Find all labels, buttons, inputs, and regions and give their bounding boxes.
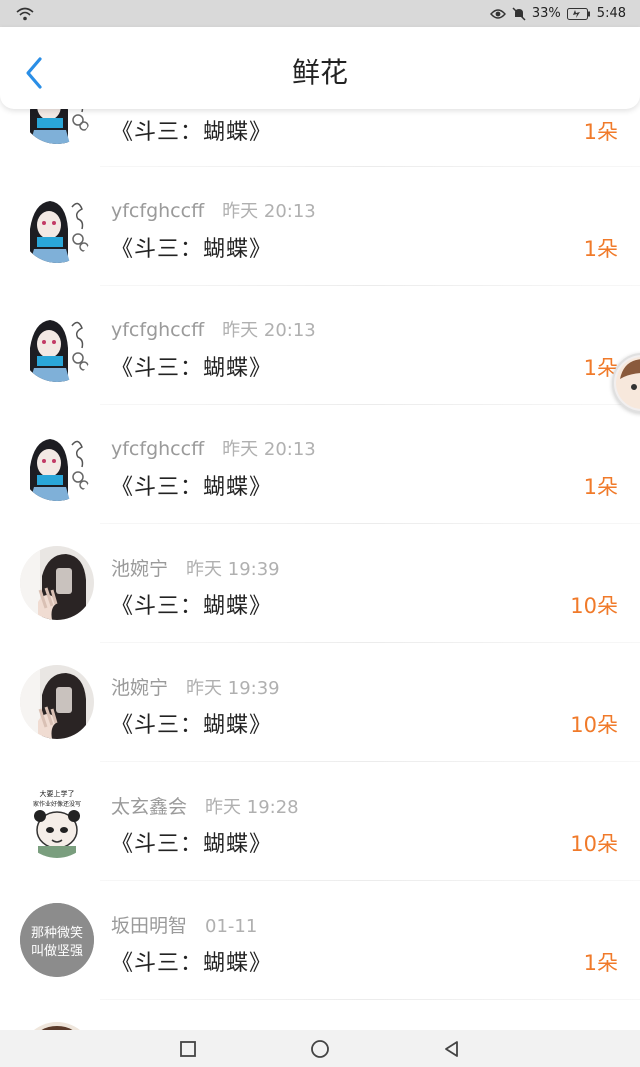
mute-bell-icon (512, 6, 526, 21)
square-icon (180, 1040, 196, 1057)
flower-amount: 1朵 (583, 120, 618, 144)
work-title: 《斗三：蝴蝶》 (111, 356, 273, 381)
user-name[interactable]: yfcfghccff (111, 200, 204, 222)
timestamp: 昨天 19:39 (186, 678, 280, 699)
circle-icon (311, 1039, 329, 1058)
timestamp: 01-11 (205, 916, 258, 937)
list-item[interactable]: 池婉宁 昨天 19:39 《斗三：蝴蝶》 10朵 (0, 524, 640, 643)
battery-percent: 33% (531, 6, 561, 21)
list-item[interactable]: 大要上学了 家作业好像还没写 太玄鑫会 昨天 19:28 《斗三：蝴蝶》 10朵 (0, 762, 640, 881)
status-bar: 33% 5:48 (0, 0, 640, 27)
avatar-caption: 大要上学了 (40, 789, 75, 798)
avatar[interactable] (20, 427, 94, 501)
flower-list: 《斗三：蝴蝶》 1朵 yfcfghccff 昨天 20:13 《斗三：蝴蝶》 1朵 (0, 0, 640, 1030)
timestamp: 昨天 19:39 (186, 559, 280, 580)
work-title: 《斗三：蝴蝶》 (111, 120, 273, 145)
work-title: 《斗三：蝴蝶》 (111, 475, 273, 500)
wifi-icon (16, 7, 34, 21)
navigation-bar (0, 1030, 640, 1067)
avatar-caption: 那种微笑 (31, 925, 83, 941)
work-title: 《斗三：蝴蝶》 (111, 594, 273, 619)
list-item[interactable] (0, 1000, 640, 1030)
user-name[interactable]: yfcfghccff (111, 319, 204, 341)
timestamp: 昨天 19:28 (205, 797, 299, 818)
avatar[interactable]: 大要上学了 家作业好像还没写 (20, 784, 94, 858)
user-name[interactable]: 太玄鑫会 (111, 796, 187, 818)
clock: 5:48 (596, 6, 626, 21)
list-item[interactable]: yfcfghccff 昨天 20:13 《斗三：蝴蝶》 1朵 (0, 167, 640, 286)
recent-apps-button[interactable] (177, 1038, 199, 1060)
avatar[interactable] (20, 546, 94, 620)
flower-amount: 10朵 (570, 594, 618, 618)
avatar[interactable] (20, 665, 94, 739)
home-button[interactable] (309, 1038, 331, 1060)
flower-amount: 1朵 (583, 951, 618, 975)
list-item[interactable]: yfcfghccff 昨天 20:13 《斗三：蝴蝶》 1朵 (0, 405, 640, 524)
avatar-caption: 叫做坚强 (31, 944, 83, 959)
list-item[interactable]: 池婉宁 昨天 19:39 《斗三：蝴蝶》 10朵 (0, 643, 640, 762)
user-name[interactable]: 坂田明智 (111, 915, 187, 937)
work-title: 《斗三：蝴蝶》 (111, 237, 273, 262)
user-name[interactable]: 池婉宁 (111, 558, 168, 580)
page-title: 鲜花 (291, 56, 348, 89)
back-nav-button[interactable] (441, 1038, 463, 1060)
avatar[interactable] (20, 1022, 94, 1030)
avatar[interactable]: 那种微笑 叫做坚强 (20, 903, 94, 977)
work-title: 《斗三：蝴蝶》 (111, 713, 273, 738)
flower-amount: 1朵 (583, 237, 618, 261)
flower-amount: 10朵 (570, 832, 618, 856)
flower-amount: 10朵 (570, 713, 618, 737)
eye-icon (489, 8, 506, 20)
list-item[interactable]: yfcfghccff 昨天 20:13 《斗三：蝴蝶》 1朵 (0, 286, 640, 405)
avatar-caption: 家作业好像还没写 (33, 800, 81, 808)
header-bar: 鲜花 (0, 27, 640, 109)
user-name[interactable]: 池婉宁 (111, 677, 168, 699)
flower-amount: 1朵 (583, 475, 618, 499)
user-name[interactable]: yfcfghccff (111, 438, 204, 460)
battery-icon (566, 7, 591, 20)
work-title: 《斗三：蝴蝶》 (111, 951, 273, 976)
avatar[interactable] (20, 189, 94, 263)
avatar[interactable] (20, 308, 94, 382)
timestamp: 昨天 20:13 (222, 439, 316, 460)
list-item[interactable]: 那种微笑 叫做坚强 坂田明智 01-11 《斗三：蝴蝶》 1朵 (0, 881, 640, 1000)
timestamp: 昨天 20:13 (222, 201, 316, 222)
triangle-back-icon (445, 1040, 458, 1057)
work-title: 《斗三：蝴蝶》 (111, 832, 273, 857)
timestamp: 昨天 20:13 (222, 320, 316, 341)
